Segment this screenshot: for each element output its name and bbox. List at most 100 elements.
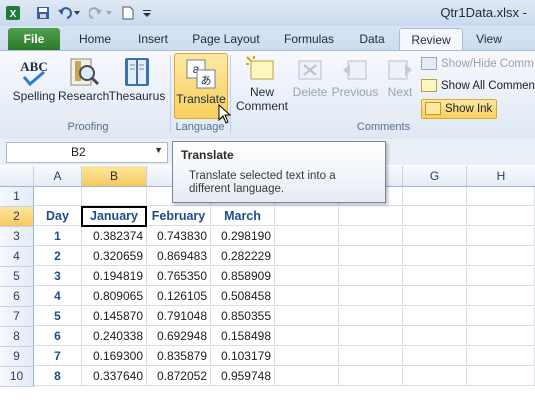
value-cell[interactable]: 0.858909 xyxy=(211,267,275,286)
show-hide-comment-button[interactable]: Show/Hide Comm xyxy=(421,55,534,73)
cell[interactable] xyxy=(339,267,403,286)
value-cell[interactable]: 0.872052 xyxy=(147,367,211,386)
spelling-button[interactable]: ABC Spelling xyxy=(10,55,58,103)
value-cell[interactable]: 0.869483 xyxy=(147,247,211,266)
day-cell[interactable]: 5 xyxy=(34,307,82,326)
cell[interactable] xyxy=(403,327,467,346)
show-ink-button[interactable]: Show Ink xyxy=(421,99,498,119)
row-header[interactable]: 8 xyxy=(0,327,34,347)
new-document-icon[interactable] xyxy=(120,4,136,22)
cell[interactable] xyxy=(339,367,403,386)
tab-page-layout[interactable]: Page Layout xyxy=(186,28,266,50)
cell[interactable] xyxy=(82,187,147,206)
cell[interactable] xyxy=(403,187,467,206)
value-cell[interactable]: 0.809065 xyxy=(82,287,147,306)
name-box[interactable]: B2 ▼ xyxy=(6,142,168,163)
undo-icon[interactable] xyxy=(56,4,82,22)
chevron-down-icon[interactable]: ▼ xyxy=(154,145,163,155)
cell[interactable] xyxy=(403,247,467,266)
tab-insert[interactable]: Insert xyxy=(128,28,178,50)
cell[interactable] xyxy=(467,187,535,206)
cell[interactable] xyxy=(467,287,535,306)
day-cell[interactable]: 6 xyxy=(34,327,82,346)
header-cell[interactable]: February xyxy=(147,207,211,226)
tab-file[interactable]: File xyxy=(8,28,60,50)
row-header[interactable]: 3 xyxy=(0,227,34,247)
value-cell[interactable]: 0.382374 xyxy=(82,227,147,246)
cell[interactable] xyxy=(403,347,467,366)
excel-icon[interactable]: X xyxy=(4,4,22,22)
cell[interactable] xyxy=(403,207,467,226)
value-cell[interactable]: 0.850355 xyxy=(211,307,275,326)
show-all-comments-button[interactable]: Show All Commen xyxy=(421,77,535,95)
value-cell[interactable]: 0.126105 xyxy=(147,287,211,306)
value-cell[interactable]: 0.743830 xyxy=(147,227,211,246)
cell[interactable] xyxy=(467,307,535,326)
day-cell[interactable]: 4 xyxy=(34,287,82,306)
header-cell[interactable]: Day xyxy=(34,207,82,226)
cell[interactable] xyxy=(275,267,339,286)
cell[interactable] xyxy=(403,227,467,246)
cell[interactable] xyxy=(403,367,467,386)
value-cell[interactable]: 0.959748 xyxy=(211,367,275,386)
value-cell[interactable]: 0.765350 xyxy=(147,267,211,286)
tab-formulas[interactable]: Formulas xyxy=(276,28,342,50)
day-cell[interactable]: 7 xyxy=(34,347,82,366)
row-header[interactable]: 1 xyxy=(0,187,34,207)
value-cell[interactable]: 0.194819 xyxy=(82,267,147,286)
value-cell[interactable]: 0.240338 xyxy=(82,327,147,346)
select-all-corner[interactable] xyxy=(0,166,34,187)
column-header[interactable]: A xyxy=(34,166,82,187)
day-cell[interactable]: 1 xyxy=(34,227,82,246)
cell[interactable] xyxy=(275,347,339,366)
research-button[interactable]: Research xyxy=(58,55,109,103)
value-cell[interactable]: 0.103179 xyxy=(211,347,275,366)
cell[interactable] xyxy=(403,287,467,306)
column-header[interactable]: H xyxy=(467,166,535,187)
cell[interactable] xyxy=(467,247,535,266)
column-header[interactable]: G xyxy=(403,166,467,187)
cell[interactable] xyxy=(467,367,535,386)
cell[interactable] xyxy=(339,347,403,366)
thesaurus-button[interactable]: Thesaurus xyxy=(108,55,166,103)
customize-icon[interactable] xyxy=(140,4,154,22)
tab-view[interactable]: View xyxy=(468,28,510,50)
cell[interactable] xyxy=(275,207,339,226)
value-cell[interactable]: 0.835879 xyxy=(147,347,211,366)
cell[interactable] xyxy=(339,307,403,326)
cell[interactable] xyxy=(403,267,467,286)
tab-review[interactable]: Review xyxy=(399,28,463,51)
value-cell[interactable]: 0.169300 xyxy=(82,347,147,366)
cell[interactable] xyxy=(339,327,403,346)
cell[interactable] xyxy=(339,227,403,246)
value-cell[interactable]: 0.508458 xyxy=(211,287,275,306)
cell[interactable] xyxy=(339,207,403,226)
cell[interactable] xyxy=(275,327,339,346)
row-header[interactable]: 10 xyxy=(0,367,34,387)
delete-comment-button[interactable]: Delete xyxy=(290,55,330,99)
cell[interactable] xyxy=(467,207,535,226)
row-header[interactable]: 6 xyxy=(0,287,34,307)
row-header[interactable]: 9 xyxy=(0,347,34,367)
value-cell[interactable]: 0.692948 xyxy=(147,327,211,346)
day-cell[interactable]: 8 xyxy=(34,367,82,386)
cell[interactable] xyxy=(467,267,535,286)
cell[interactable] xyxy=(339,247,403,266)
save-icon[interactable] xyxy=(34,4,52,22)
cell[interactable] xyxy=(467,327,535,346)
column-header[interactable]: B xyxy=(82,166,147,187)
cell[interactable] xyxy=(34,187,82,206)
value-cell[interactable]: 0.158498 xyxy=(211,327,275,346)
row-header[interactable]: 5 xyxy=(0,267,34,287)
value-cell[interactable]: 0.320659 xyxy=(82,247,147,266)
row-header[interactable]: 7 xyxy=(0,307,34,327)
value-cell[interactable]: 0.145870 xyxy=(82,307,147,326)
value-cell[interactable]: 0.298190 xyxy=(211,227,275,246)
cell[interactable] xyxy=(275,227,339,246)
value-cell[interactable]: 0.337640 xyxy=(82,367,147,386)
day-cell[interactable]: 2 xyxy=(34,247,82,266)
cell[interactable] xyxy=(275,287,339,306)
row-header[interactable]: 4 xyxy=(0,247,34,267)
previous-comment-button[interactable]: Previous xyxy=(330,55,380,99)
value-cell[interactable]: 0.282229 xyxy=(211,247,275,266)
